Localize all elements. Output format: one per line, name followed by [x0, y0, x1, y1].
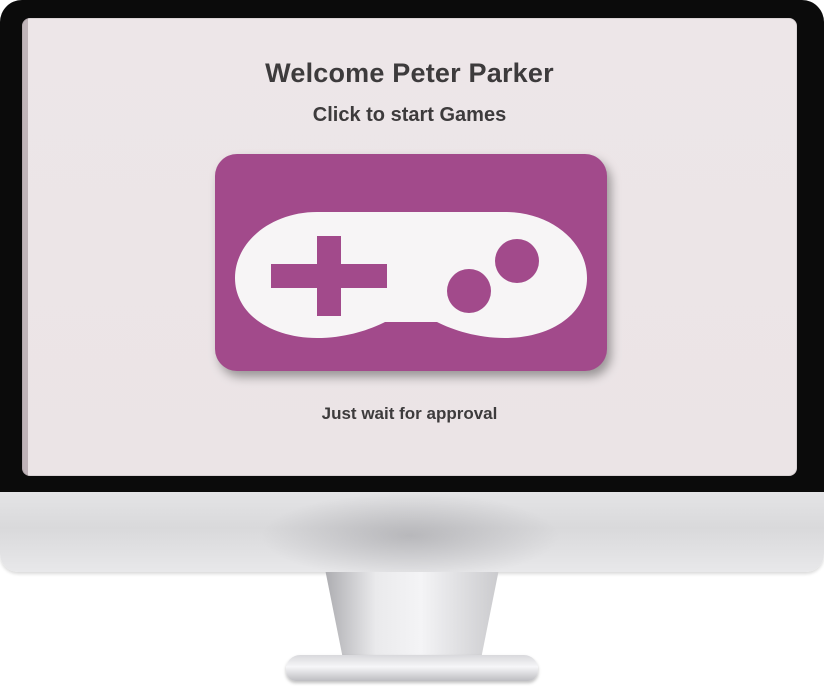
desktop-monitor-mockup: Welcome Peter Parker Click to start Game… — [0, 0, 824, 686]
controller-button-a — [495, 239, 539, 283]
monitor-bezel: Welcome Peter Parker Click to start Game… — [0, 0, 824, 492]
monitor-screen: Welcome Peter Parker Click to start Game… — [22, 18, 797, 476]
monitor-stand-base — [286, 655, 538, 681]
start-games-subtitle: Click to start Games — [312, 104, 507, 126]
controller-button-b — [447, 269, 491, 313]
gamepad-icon — [235, 212, 587, 338]
dpad-vertical — [317, 236, 341, 316]
approval-message: Just wait for approval — [321, 404, 498, 423]
monitor-chin — [0, 492, 824, 572]
start-games-button[interactable] — [215, 154, 607, 371]
monitor-stand-neck — [325, 572, 499, 662]
welcome-title: Welcome Peter Parker — [265, 58, 554, 88]
chin-shadow — [260, 492, 560, 572]
